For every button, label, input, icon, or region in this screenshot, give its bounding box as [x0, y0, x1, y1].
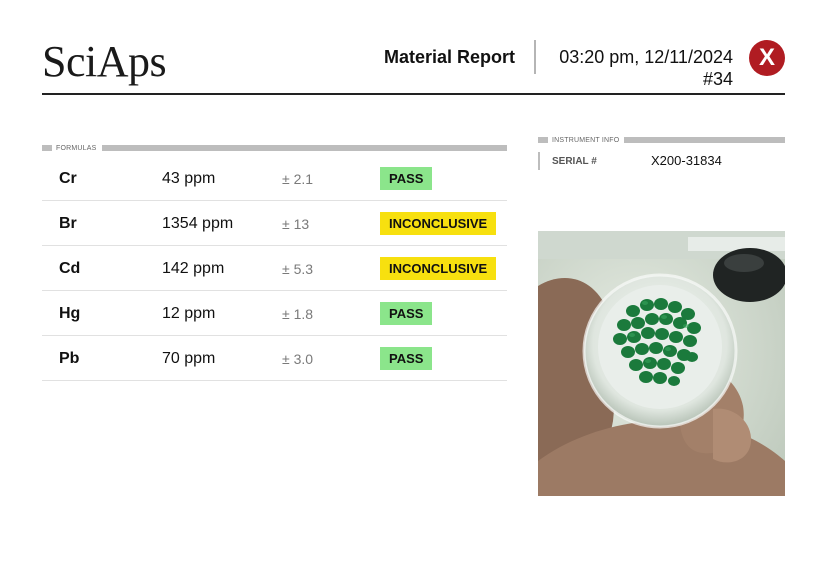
header-rule: [42, 93, 785, 95]
report-title: Material Report: [384, 47, 516, 67]
element-symbol: Br: [59, 215, 77, 232]
concentration-value: 12 ppm: [162, 305, 216, 322]
sample-photo: [538, 231, 785, 496]
element-symbol: Pb: [59, 350, 80, 367]
formulas-label: FORMULAS: [56, 144, 97, 152]
table-row: Pb 70 ppm ± 3.0 PASS: [42, 336, 507, 381]
serial-label: SERIAL #: [552, 156, 597, 167]
error-value: ± 2.1: [282, 171, 314, 187]
concentration-value: 142 ppm: [162, 260, 225, 277]
table-row: Cd 142 ppm ± 5.3 INCONCLUSIVE: [42, 246, 507, 291]
status-badge: PASS: [380, 167, 433, 190]
brand-name: SciAps: [42, 37, 167, 86]
element-symbol: Hg: [59, 305, 81, 322]
formulas-section-heading: FORMULAS: [42, 143, 507, 153]
error-value: ± 13: [282, 216, 310, 232]
status-badge: INCONCLUSIVE: [380, 257, 497, 280]
instrument-info-label: INSTRUMENT INFO: [552, 136, 620, 144]
status-badge: INCONCLUSIVE: [380, 212, 497, 235]
error-value: ± 3.0: [282, 351, 314, 367]
header-divider: [534, 40, 536, 74]
table-row: Br 1354 ppm ± 13 INCONCLUSIVE: [42, 201, 507, 246]
serial-value: X200-31834: [651, 153, 722, 168]
results-table: Cr 43 ppm ± 2.1 PASS Br 1354 ppm ± 13 IN…: [42, 156, 507, 381]
table-row: Cr 43 ppm ± 2.1 PASS: [42, 156, 507, 201]
status-badge: PASS: [380, 302, 433, 325]
x-icon: X: [758, 44, 775, 71]
report-datetime: 03:20 pm, 12/11/2024: [559, 47, 733, 67]
status-badge: PASS: [380, 347, 433, 370]
sample-photo-icon: [538, 231, 785, 496]
concentration-value: 70 ppm: [162, 350, 216, 367]
sciaps-logo: SciAps: [42, 37, 167, 86]
report-number: #34: [702, 69, 733, 89]
error-value: ± 1.8: [282, 306, 314, 322]
concentration-value: 1354 ppm: [162, 215, 234, 232]
concentration-value: 43 ppm: [162, 170, 216, 187]
serial-divider: [538, 152, 540, 170]
table-row: Hg 12 ppm ± 1.8 PASS: [42, 291, 507, 336]
fail-result-badge: X: [749, 40, 785, 76]
instrument-info-heading: INSTRUMENT INFO: [538, 135, 785, 145]
element-symbol: Cr: [59, 170, 77, 187]
error-value: ± 5.3: [282, 261, 314, 277]
element-symbol: Cd: [59, 260, 81, 277]
